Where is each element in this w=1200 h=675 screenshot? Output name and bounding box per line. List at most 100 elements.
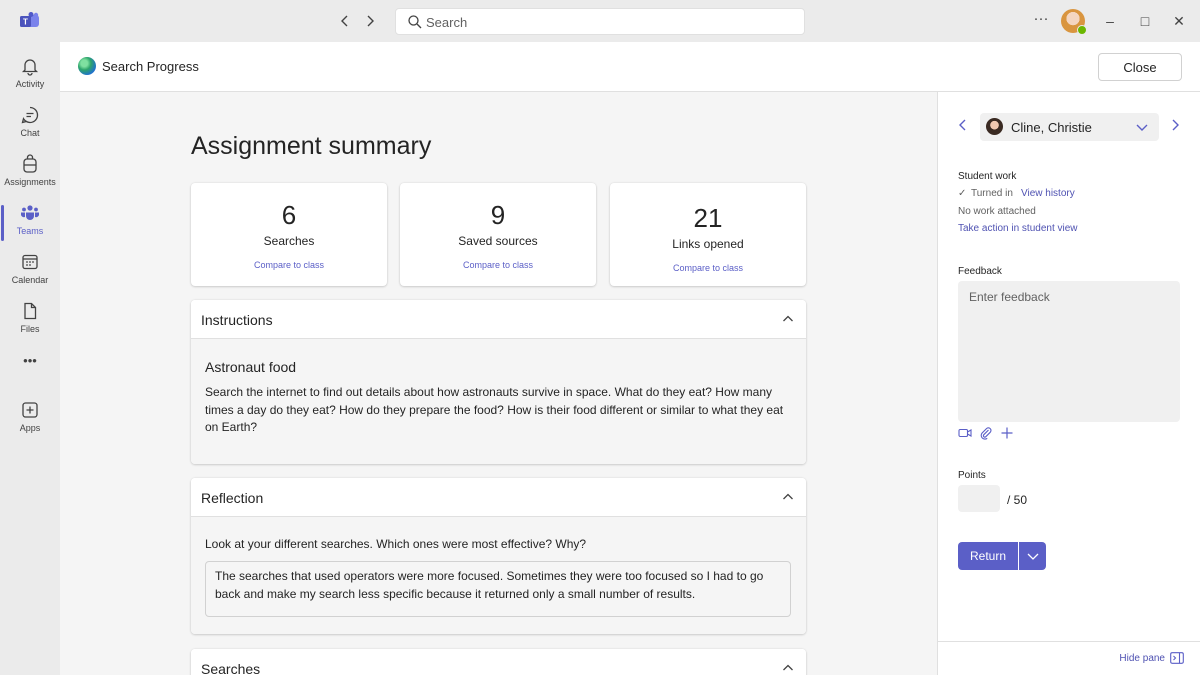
instructions-header[interactable]: Instructions: [191, 300, 806, 339]
user-avatar[interactable]: [1061, 9, 1087, 35]
searches-card: Searches: [191, 649, 806, 675]
bell-icon: [21, 59, 39, 76]
take-action-link[interactable]: Take action in student view: [958, 223, 1078, 234]
chevron-up-icon[interactable]: [782, 662, 794, 674]
more-icon: •••: [23, 353, 37, 368]
chevron-up-icon[interactable]: [782, 491, 794, 503]
chat-icon: [21, 106, 39, 124]
file-icon: [24, 302, 37, 320]
view-history-link[interactable]: View history: [1021, 188, 1075, 199]
apps-icon: [22, 402, 38, 418]
card-title: Instructions: [201, 312, 273, 328]
rail-label: Activity: [15, 79, 45, 89]
stat-card-links-opened: 21 Links opened Compare to class: [610, 183, 806, 286]
searches-header[interactable]: Searches: [191, 649, 806, 675]
maximize-button[interactable]: □: [1135, 11, 1155, 31]
app-rail: Activity Chat Assignments Teams Calendar…: [0, 42, 60, 675]
chevron-up-icon[interactable]: [782, 313, 794, 325]
feedback-input[interactable]: [958, 281, 1180, 422]
student-work-label: Student work: [958, 171, 1017, 182]
reflection-question: Look at your different searches. Which o…: [205, 537, 587, 551]
return-options-button[interactable]: [1019, 542, 1046, 570]
instructions-card: Instructions Astronaut food Search the i…: [191, 300, 806, 464]
rail-item-teams[interactable]: Teams: [0, 199, 60, 247]
instructions-text: Search the internet to find out details …: [205, 385, 784, 434]
stat-card-searches: 6 Searches Compare to class: [191, 183, 387, 286]
stat-label: Searches: [263, 234, 315, 248]
rail-label: Assignments: [4, 177, 56, 187]
points-input[interactable]: [958, 485, 1000, 512]
stat-label: Saved sources: [458, 234, 538, 248]
pane-footer: Hide pane: [938, 641, 1200, 675]
back-arrow-icon[interactable]: [335, 11, 355, 31]
rail-item-calendar[interactable]: Calendar: [0, 248, 60, 296]
grading-pane: Cline, Christie Student work ✓ Turned in…: [937, 92, 1200, 675]
assignment-title: Astronaut food: [205, 359, 297, 375]
search-box[interactable]: [395, 8, 805, 35]
app-title: Search Progress: [102, 59, 199, 74]
window-close-button[interactable]: ✕: [1169, 11, 1189, 31]
stat-label: Links opened: [672, 237, 744, 251]
points-label: Points: [958, 470, 986, 481]
points-max: / 50: [1007, 493, 1028, 507]
title-bar: T ··· – □ ✕: [0, 0, 1200, 42]
rail-label: Chat: [20, 128, 40, 138]
return-button[interactable]: Return: [958, 542, 1018, 570]
search-input[interactable]: [426, 11, 796, 33]
attach-icon[interactable]: [979, 426, 993, 440]
reflection-header[interactable]: Reflection: [191, 478, 806, 517]
more-options-icon[interactable]: ···: [1032, 10, 1050, 30]
teams-logo-icon[interactable]: T: [20, 12, 40, 30]
reflection-body: Look at your different searches. Which o…: [191, 517, 806, 634]
hide-pane-icon[interactable]: [1170, 652, 1184, 664]
compare-to-class-link[interactable]: Compare to class: [191, 260, 387, 270]
page-title: Assignment summary: [191, 132, 432, 160]
instructions-body: Astronaut food Search the internet to fi…: [191, 339, 806, 464]
feedback-label: Feedback: [958, 266, 1002, 277]
rail-item-apps[interactable]: Apps: [0, 396, 60, 444]
rail-item-chat[interactable]: Chat: [0, 101, 60, 149]
hide-pane-link[interactable]: Hide pane: [1119, 653, 1165, 664]
rail-label: Files: [20, 324, 40, 334]
previous-student-icon[interactable]: [956, 118, 970, 132]
reflection-answer: The searches that used operators were mo…: [205, 561, 791, 617]
stat-value: 21: [693, 203, 723, 233]
rail-item-activity[interactable]: Activity: [0, 52, 60, 100]
next-student-icon[interactable]: [1168, 118, 1182, 132]
backpack-icon: [23, 154, 37, 173]
main-content: Assignment summary 6 Searches Compare to…: [60, 92, 937, 675]
turned-in-status: Turned in: [971, 188, 1013, 199]
card-title: Searches: [201, 661, 261, 675]
forward-arrow-icon[interactable]: [360, 11, 380, 31]
minimize-button[interactable]: –: [1100, 11, 1120, 31]
add-icon[interactable]: [1000, 426, 1014, 440]
card-title: Reflection: [201, 490, 264, 506]
reflection-card: Reflection Look at your different search…: [191, 478, 806, 634]
compare-to-class-link[interactable]: Compare to class: [610, 263, 806, 273]
student-selector[interactable]: Cline, Christie: [980, 113, 1159, 141]
no-work-text: No work attached: [958, 206, 1036, 217]
stat-value: 6: [281, 200, 297, 230]
rail-label: Apps: [19, 423, 41, 433]
compare-to-class-link[interactable]: Compare to class: [400, 260, 596, 270]
rail-label: Calendar: [11, 275, 49, 285]
chevron-down-icon: [1136, 124, 1148, 131]
video-icon[interactable]: [958, 426, 972, 440]
presence-available-icon: [1077, 25, 1087, 35]
student-name: Cline, Christie: [1011, 120, 1092, 135]
svg-text:T: T: [23, 18, 28, 27]
stat-value: 9: [490, 200, 506, 230]
student-avatar: [986, 118, 1003, 135]
rail-label: Teams: [16, 226, 44, 236]
rail-item-more[interactable]: •••: [0, 349, 60, 379]
search-progress-app-icon: [78, 57, 96, 75]
app-header: Search Progress Close: [60, 42, 1200, 92]
rail-item-files[interactable]: Files: [0, 297, 60, 345]
calendar-icon: [22, 254, 38, 270]
stat-card-saved-sources: 9 Saved sources Compare to class: [400, 183, 596, 286]
close-button[interactable]: Close: [1098, 53, 1182, 81]
rail-item-assignments[interactable]: Assignments: [0, 150, 60, 198]
teams-icon: [21, 205, 39, 220]
search-icon: [408, 15, 422, 29]
check-icon: ✓: [958, 188, 967, 199]
